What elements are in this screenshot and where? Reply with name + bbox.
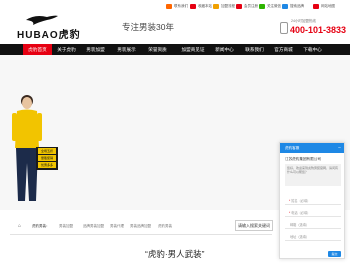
breadcrumb-label: 虎豹男装： xyxy=(32,224,50,228)
nav-item-honors[interactable]: 荣誉资质 xyxy=(143,44,172,55)
main-nav: 虎豹首页 关于虎豹 男装加盟 男装展示 荣誉资质 加盟商见证 新闻中心 联系我们… xyxy=(0,44,350,55)
topbar-item-label: 网站地图 xyxy=(321,3,335,8)
topbar-item-label: 会员注册 xyxy=(244,3,258,8)
slogan: 专注男装30年 xyxy=(122,22,174,32)
topbar-item-label: 加盟流程 xyxy=(221,3,235,8)
contact-icon xyxy=(166,3,172,9)
submit-button[interactable]: 提交 xyxy=(328,251,341,257)
topbar-item-label: 收藏本站 xyxy=(198,3,212,8)
nav-item-contact[interactable]: 联系我们 xyxy=(240,44,269,55)
breadcrumb-item[interactable]: 男装代理 xyxy=(110,224,124,229)
promo-box[interactable]: 全场五折 量贩促销 优惠多多 xyxy=(36,147,58,170)
topbar-item-label: 联系我们 xyxy=(174,3,188,8)
promo-line: 优惠多多 xyxy=(38,162,56,168)
breadcrumb: ⌂ 虎豹男装： 男装加盟 品牌男装加盟 男装代理 男装品牌加盟 虎豹男装 xyxy=(0,220,235,232)
search-keyword-button[interactable]: 请输入搜索关键词 xyxy=(235,220,273,231)
top-utility-bar: 联系我们 收藏本站 加盟流程 会员注册 关注微信 搜索品牌 网站地图 xyxy=(0,0,350,12)
logo-text[interactable]: HUBAO虎豹 xyxy=(17,26,81,41)
topbar-item-wechat[interactable]: 关注微信 xyxy=(259,2,281,10)
phone-icon xyxy=(280,22,288,34)
field-placeholder: 电话（必填） xyxy=(291,211,311,215)
breadcrumb-item[interactable]: 男装加盟 xyxy=(59,224,73,229)
nav-item-franchise[interactable]: 男装加盟 xyxy=(81,44,110,55)
field-placeholder: 姓名（必填） xyxy=(291,199,311,203)
nav-item-home[interactable]: 虎豹首页 xyxy=(23,44,52,55)
name-field[interactable]: *姓名（必填） xyxy=(285,197,341,205)
topbar-item-label: 关注微信 xyxy=(267,3,281,8)
breadcrumb-item[interactable]: 男装品牌加盟 xyxy=(130,224,151,229)
hotline-caption: 24小时加盟热线 xyxy=(291,19,316,23)
divider xyxy=(10,234,272,235)
breadcrumb-item[interactable]: 虎豹男装 xyxy=(158,224,172,229)
minimize-icon[interactable]: − xyxy=(338,143,341,153)
flow-icon xyxy=(213,3,219,9)
phone-field[interactable]: *电话（必填） xyxy=(285,209,341,217)
topbar-item-sitemap[interactable]: 网站地图 xyxy=(313,2,335,10)
topbar-item-favorite[interactable]: 收藏本站 xyxy=(190,2,212,10)
field-placeholder: 邮箱（选填） xyxy=(290,223,310,227)
promo-line: 量贩促销 xyxy=(38,155,56,161)
chat-message-input[interactable]: 您好，欢迎来到虎豹男装官网，请问有什么可以帮您？ xyxy=(285,164,341,186)
star-icon xyxy=(190,3,196,9)
nav-item-mall[interactable]: 官方商城 xyxy=(269,44,298,55)
logo-bird-icon[interactable] xyxy=(25,14,59,26)
site-header: HUBAO虎豹 专注男装30年 24小时加盟热线 400-101-3833 xyxy=(0,12,350,42)
search-icon xyxy=(282,3,288,9)
user-icon xyxy=(236,3,242,9)
nav-item-showcase[interactable]: 男装展示 xyxy=(112,44,141,55)
promo-line: 全场五折 xyxy=(38,148,56,154)
chat-header[interactable]: 虎豹客服 − xyxy=(280,143,344,153)
sitemap-icon xyxy=(313,3,319,9)
topbar-item-search[interactable]: 搜索品牌 xyxy=(282,2,304,10)
chat-widget: 虎豹客服 − 江苏虎豹集团有限公司 您好，欢迎来到虎豹男装官网，请问有什么可以帮… xyxy=(279,142,345,259)
chat-company-name: 江苏虎豹集团有限公司 xyxy=(285,157,321,161)
hotline-number: 400-101-3833 xyxy=(290,25,347,35)
home-icon[interactable]: ⌂ xyxy=(18,223,21,229)
wechat-icon xyxy=(259,3,265,9)
section-headline: “虎豹·男人武装” xyxy=(145,249,205,259)
nav-item-download[interactable]: 下载中心 xyxy=(298,44,327,55)
field-placeholder: 地址（选填） xyxy=(290,235,310,239)
topbar-item-process[interactable]: 加盟流程 xyxy=(213,2,235,10)
nav-item-news[interactable]: 新闻中心 xyxy=(210,44,239,55)
chat-title: 虎豹客服 xyxy=(285,146,300,150)
address-field[interactable]: 地址（选填） xyxy=(285,233,341,241)
topbar-item-contact[interactable]: 联系我们 xyxy=(166,2,188,10)
nav-item-about[interactable]: 关于虎豹 xyxy=(52,44,81,55)
topbar-item-register[interactable]: 会员注册 xyxy=(236,2,258,10)
email-field[interactable]: 邮箱（选填） xyxy=(285,221,341,229)
breadcrumb-item[interactable]: 品牌男装加盟 xyxy=(83,224,104,229)
topbar-item-label: 搜索品牌 xyxy=(290,3,304,8)
nav-item-testimonials[interactable]: 加盟商见证 xyxy=(176,44,210,55)
